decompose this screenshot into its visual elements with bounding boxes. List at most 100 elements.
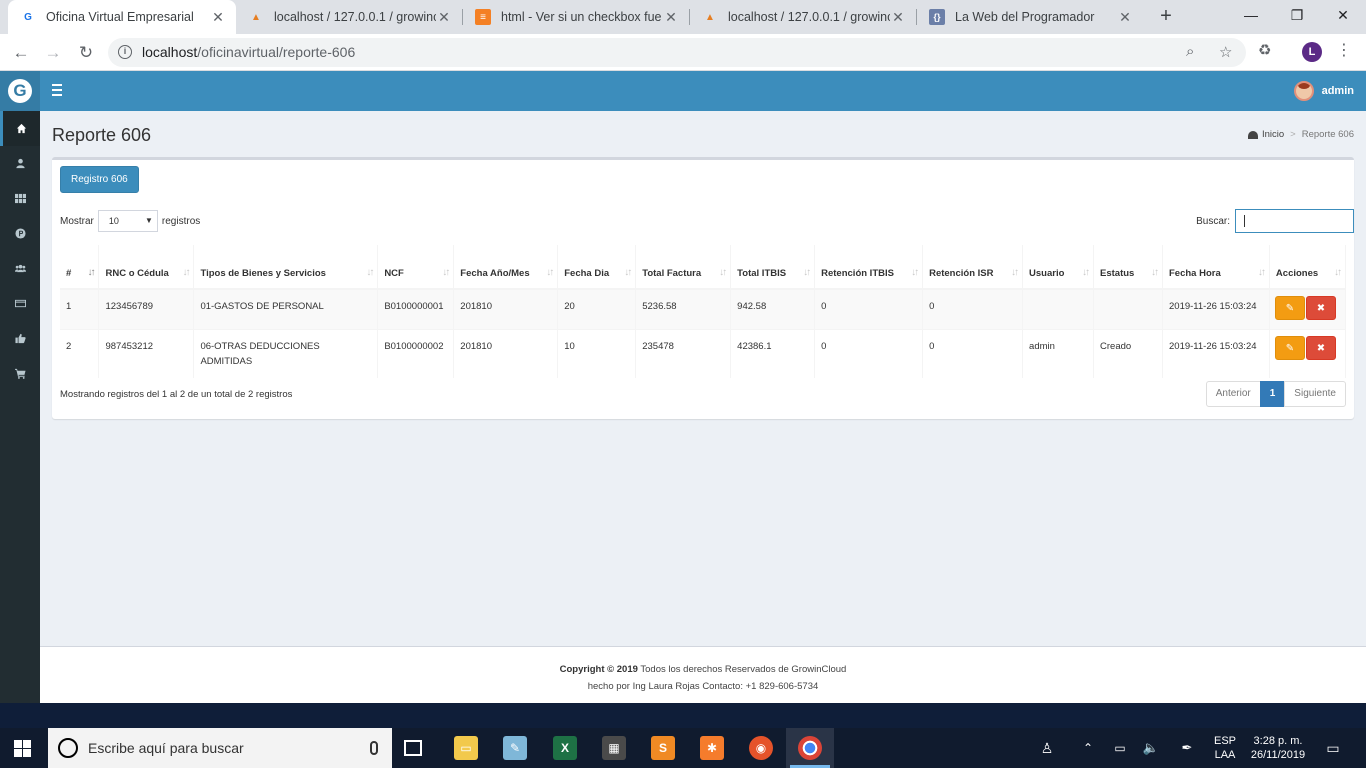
- column-header-total-factura[interactable]: Total Factura ↓↑: [635, 245, 732, 290]
- close-tab-icon[interactable]: ✕: [436, 9, 452, 26]
- browser-menu-icon[interactable]: ⋮: [1336, 40, 1352, 62]
- excel-icon[interactable]: X: [553, 736, 577, 760]
- tray-chevron-up-icon[interactable]: ⌃: [1078, 728, 1098, 768]
- sort-icon: ↓↑: [803, 267, 811, 278]
- cell-retencion-isr: 0: [922, 288, 1024, 330]
- sidebar-item-cart[interactable]: [0, 356, 40, 391]
- sort-icon: ↓↑: [442, 267, 450, 278]
- sidebar-item-thumbs[interactable]: [0, 321, 40, 356]
- pagination: Anterior 1 Siguiente: [1205, 381, 1346, 407]
- column-header-total-itbis[interactable]: Total ITBIS ↓↑: [730, 245, 816, 290]
- sort-icon: ↓↑: [624, 267, 632, 278]
- back-arrow-icon[interactable]: ←: [8, 40, 34, 66]
- tab-oficina-virtual[interactable]: G Oficina Virtual Empresarial ✕: [8, 0, 236, 34]
- sidebar-item-home[interactable]: [0, 111, 40, 146]
- breadcrumb-home-link[interactable]: Inicio: [1262, 129, 1284, 140]
- delete-button[interactable]: ✖: [1305, 336, 1336, 360]
- sort-icon: ↓↑: [1334, 267, 1342, 278]
- close-window-button[interactable]: ✕: [1320, 0, 1366, 30]
- pagination-prev-button[interactable]: Anterior: [1205, 381, 1261, 407]
- volume-icon[interactable]: 🔈: [1140, 728, 1162, 768]
- minimize-window-button[interactable]: —: [1228, 0, 1274, 30]
- browser-tabstrip: G Oficina Virtual Empresarial ✕ ▲ localh…: [0, 0, 1366, 34]
- footer-copyright: Copyright © 2019 Todos los derechos Rese…: [559, 664, 847, 675]
- site-info-icon[interactable]: i: [118, 45, 132, 59]
- delete-button[interactable]: ✖: [1305, 296, 1336, 320]
- chrome-icon[interactable]: [798, 736, 822, 760]
- tab-web-programador[interactable]: {} La Web del Programador ✕: [917, 0, 1143, 34]
- edit-button[interactable]: ✎: [1274, 296, 1305, 320]
- sidebar-item-user[interactable]: [0, 146, 40, 181]
- column-header-estatus[interactable]: Estatus ↓↑: [1093, 245, 1163, 290]
- sidebar-item-card[interactable]: [0, 286, 40, 321]
- sort-icon: ↓↑: [546, 267, 554, 278]
- column-header-number[interactable]: # ↓↑: [60, 245, 100, 290]
- windows-start-icon[interactable]: [14, 740, 31, 757]
- cell-estatus: Creado: [1093, 329, 1163, 378]
- sublime-text-icon[interactable]: S: [651, 736, 675, 760]
- close-icon: ✖: [1316, 342, 1326, 354]
- language-indicator[interactable]: ESP LAA: [1208, 728, 1242, 768]
- registro-606-button[interactable]: Registro 606: [60, 166, 139, 193]
- search-label: Buscar:: [1196, 215, 1230, 227]
- reload-icon[interactable]: ↻: [73, 40, 99, 66]
- app-logo[interactable]: G: [0, 71, 40, 111]
- firefox-icon[interactable]: ◉: [749, 736, 773, 760]
- sort-icon: ↓↑: [719, 267, 727, 278]
- column-header-acciones[interactable]: Acciones ↓↑: [1269, 245, 1347, 290]
- pagination-page-1[interactable]: 1: [1259, 381, 1286, 407]
- sort-asc-icon: ↓↑: [87, 267, 95, 278]
- new-tab-button[interactable]: +: [1154, 4, 1178, 28]
- people-icon[interactable]: ♙: [1036, 728, 1058, 768]
- edit-button[interactable]: ✎: [1274, 336, 1305, 360]
- tab-stackoverflow[interactable]: ≡ html - Ver si un checkbox fue s ✕: [463, 0, 689, 34]
- user-menu[interactable]: admin: [1293, 81, 1354, 101]
- column-header-rnc[interactable]: RNC o Cédula ↓↑: [98, 245, 195, 290]
- column-header-tipos[interactable]: Tipos de Bienes y Servicios ↓↑: [193, 245, 379, 290]
- battery-icon[interactable]: ▭: [1110, 728, 1130, 768]
- profile-avatar[interactable]: L: [1302, 42, 1322, 62]
- file-explorer-icon[interactable]: ▭: [454, 736, 478, 760]
- restore-window-button[interactable]: ❐: [1274, 0, 1320, 30]
- show-label: Mostrar: [60, 215, 94, 227]
- task-view-icon[interactable]: [404, 740, 422, 756]
- column-header-fecha-dia[interactable]: Fecha Dia ↓↑: [557, 245, 637, 290]
- address-url[interactable]: localhost/oficinavirtual/reporte-606: [142, 44, 355, 60]
- tab-phpmyadmin-1[interactable]: ▲ localhost / 127.0.0.1 / growincl ✕: [236, 0, 462, 34]
- close-tab-icon[interactable]: ✕: [890, 9, 906, 26]
- pagination-next-button[interactable]: Siguiente: [1284, 381, 1346, 407]
- taskbar-search[interactable]: Escribe aquí para buscar: [48, 728, 392, 768]
- xampp-icon[interactable]: ✱: [700, 736, 724, 760]
- column-header-retencion-itbis[interactable]: Retención ITBIS ↓↑: [814, 245, 924, 290]
- notifications-icon[interactable]: ▭: [1320, 728, 1346, 768]
- search-input[interactable]: [1235, 209, 1354, 233]
- column-header-usuario[interactable]: Usuario ↓↑: [1022, 245, 1095, 290]
- close-tab-icon[interactable]: ✕: [1117, 9, 1133, 26]
- clock[interactable]: 3:28 p. m. 26/11/2019: [1244, 728, 1312, 768]
- forward-arrow-icon[interactable]: →: [40, 40, 66, 66]
- sidebar-item-users[interactable]: [0, 251, 40, 286]
- calculator-icon[interactable]: ▦: [602, 736, 626, 760]
- zoom-search-icon[interactable]: ⌕: [1186, 43, 1194, 60]
- address-bar[interactable]: i localhost/oficinavirtual/reporte-606 ⌕…: [108, 38, 1246, 67]
- page-size-select[interactable]: 10: [97, 210, 158, 232]
- tab-phpmyadmin-2[interactable]: ▲ localhost / 127.0.0.1 / growincl ✕: [690, 0, 916, 34]
- sidebar-toggle-icon[interactable]: [52, 84, 62, 96]
- column-header-fecha-ano-mes[interactable]: Fecha Año/Mes ↓↑: [453, 245, 559, 290]
- cell-acciones: ✎ ✖: [1269, 288, 1347, 330]
- growin-logo-icon: G: [8, 79, 32, 103]
- cell-number: 1: [60, 288, 100, 330]
- pen-ink-icon[interactable]: ✒: [1176, 728, 1198, 768]
- column-header-ncf[interactable]: NCF ↓↑: [377, 245, 455, 290]
- column-header-retencion-isr[interactable]: Retención ISR ↓↑: [922, 245, 1024, 290]
- close-tab-icon[interactable]: ✕: [663, 9, 679, 26]
- extension-recycle-icon[interactable]: ♻: [1258, 41, 1271, 59]
- microphone-icon[interactable]: [370, 741, 378, 755]
- close-tab-icon[interactable]: ✕: [210, 9, 226, 26]
- column-header-fecha-hora[interactable]: Fecha Hora ↓↑: [1162, 245, 1270, 290]
- sidebar-item-grid[interactable]: [0, 181, 40, 216]
- notepad-icon[interactable]: ✎: [503, 736, 527, 760]
- sidebar-item-product[interactable]: [0, 216, 40, 251]
- cell-fecha-hora: 2019-11-26 15:03:24: [1162, 288, 1270, 330]
- bookmark-star-icon[interactable]: ☆: [1219, 43, 1232, 61]
